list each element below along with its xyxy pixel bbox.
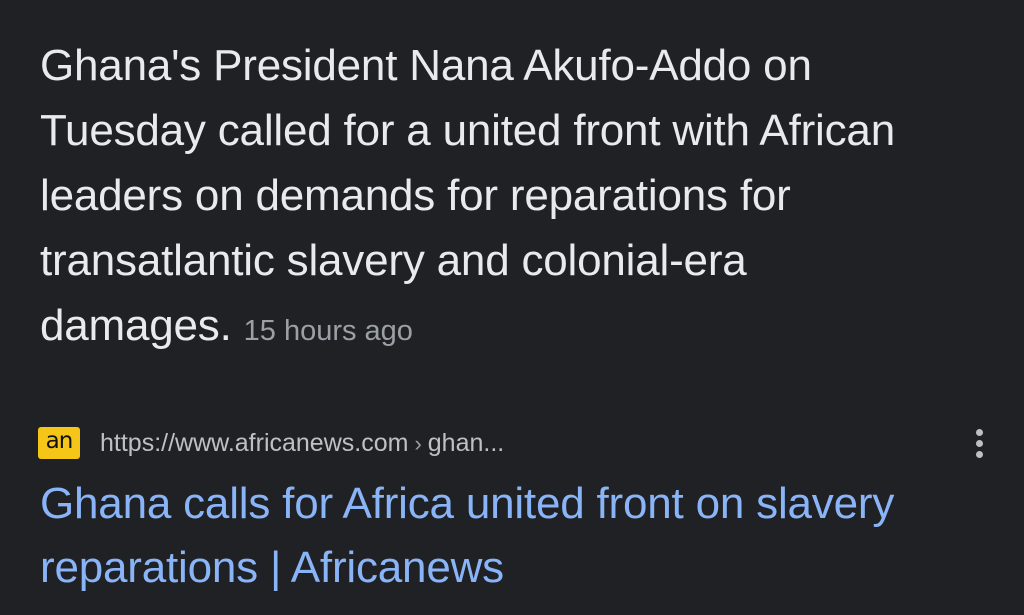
africanews-favicon: an bbox=[38, 427, 80, 459]
favicon-label: an bbox=[45, 428, 74, 454]
more-vert-icon-dot bbox=[976, 451, 983, 458]
more-options-button[interactable] bbox=[972, 425, 988, 461]
snippet-timestamp: 15 hours ago bbox=[243, 315, 413, 347]
more-vert-icon-dot bbox=[976, 440, 983, 447]
result-url-path: ghan... bbox=[427, 429, 505, 457]
more-vert-icon bbox=[976, 429, 983, 436]
result-url[interactable]: https://www.africanews.com › ghan... bbox=[100, 427, 504, 460]
result-source-row[interactable]: an https://www.africanews.com › ghan... bbox=[38, 425, 988, 461]
result-snippet: Ghana's President Nana Akufo-Addo on Tue… bbox=[40, 33, 940, 364]
result-url-domain: https://www.africanews.com bbox=[100, 429, 409, 457]
breadcrumb-separator: › bbox=[414, 431, 422, 456]
result-title-link[interactable]: Ghana calls for Africa united front on s… bbox=[40, 472, 940, 600]
snippet-text: Ghana's President Nana Akufo-Addo on Tue… bbox=[40, 41, 895, 350]
